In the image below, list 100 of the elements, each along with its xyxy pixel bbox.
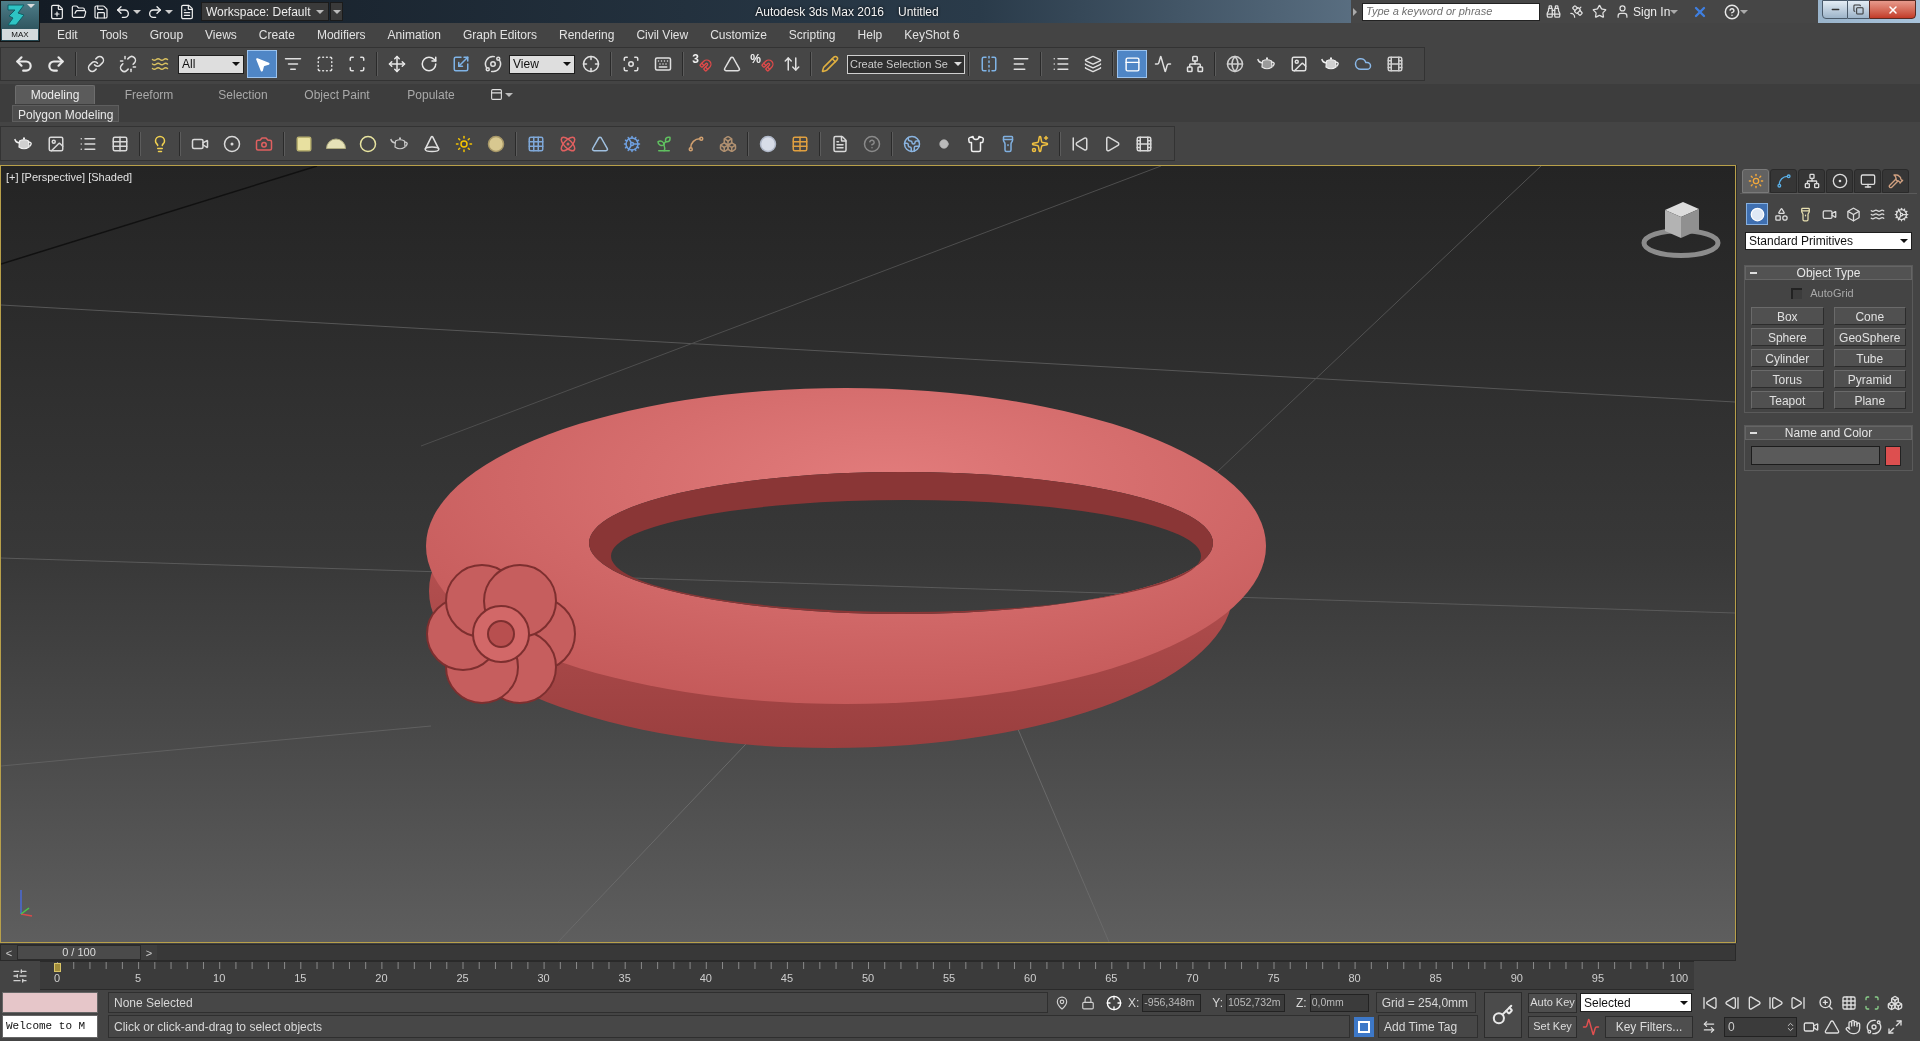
dot-icon[interactable] xyxy=(939,138,949,149)
play-icon[interactable] xyxy=(1746,994,1762,1011)
rotate-icon[interactable] xyxy=(420,55,438,73)
list-filter-icon[interactable] xyxy=(284,55,302,73)
skip-to-start-icon[interactable] xyxy=(1702,994,1718,1011)
table-icon[interactable] xyxy=(111,134,129,153)
menu-item[interactable]: Rendering xyxy=(548,23,626,46)
orbit-icon[interactable] xyxy=(1866,1018,1882,1035)
menu-item[interactable]: Animation xyxy=(376,23,452,46)
frame-marker[interactable] xyxy=(54,963,61,972)
coordinate-field[interactable]: -956,348m xyxy=(1142,993,1202,1012)
menu-item[interactable]: Customize xyxy=(699,23,778,46)
primitive-button[interactable]: Teapot xyxy=(1751,390,1824,409)
rollout-header[interactable]: Name and Color xyxy=(1745,425,1912,440)
key-mode-dropdown[interactable]: Selected xyxy=(1580,993,1692,1012)
up-down-arrows-icon[interactable] xyxy=(783,55,801,73)
color-swatch[interactable] xyxy=(1885,445,1901,466)
menu-item[interactable]: Scripting xyxy=(777,23,847,46)
image-icon[interactable] xyxy=(47,134,65,153)
subcategory-dropdown[interactable]: Standard Primitives xyxy=(1745,232,1912,250)
coordinate-field[interactable]: 1052,732m xyxy=(1226,993,1286,1012)
expand-arrow-icon[interactable] xyxy=(1353,7,1357,16)
script-input-field[interactable] xyxy=(2,992,98,1013)
undo-icon[interactable] xyxy=(14,54,34,74)
frame-field[interactable]: 0 xyxy=(1724,1016,1797,1037)
film-icon[interactable] xyxy=(1386,55,1404,73)
film-icon[interactable] xyxy=(1135,134,1153,153)
menu-item[interactable]: KeyShot 6 xyxy=(893,23,971,46)
atom-icon[interactable] xyxy=(559,134,577,153)
sliders-icon[interactable] xyxy=(12,967,28,984)
broken-link-icon[interactable] xyxy=(119,55,137,73)
skip-back-icon[interactable] xyxy=(1071,134,1089,153)
primitive-button[interactable]: Box xyxy=(1751,306,1824,325)
image-icon[interactable] xyxy=(1290,55,1308,73)
cloud-icon[interactable] xyxy=(1354,55,1372,73)
menu-item[interactable]: Edit xyxy=(46,23,89,46)
sphere-icon[interactable] xyxy=(487,134,505,153)
undo-icon[interactable] xyxy=(115,3,131,20)
document-icon[interactable] xyxy=(179,3,195,20)
pin-icon[interactable] xyxy=(1055,995,1069,1010)
ribbon-tab[interactable]: Modeling xyxy=(15,85,95,104)
menu-item[interactable]: Group xyxy=(138,23,195,46)
crosshair-icon[interactable] xyxy=(582,55,600,73)
track-bar[interactable]: 0 5 10 15 20 25 30 35 40 45 50 55 60 65 70 75 80 85 90 95 100 xyxy=(40,961,1694,990)
skip-to-end-icon[interactable] xyxy=(1790,994,1806,1011)
star-icon[interactable] xyxy=(1592,4,1607,19)
table-icon[interactable] xyxy=(791,134,809,153)
user-icon[interactable] xyxy=(1615,4,1630,19)
boxes-icon[interactable] xyxy=(1887,994,1903,1011)
next-frame-button[interactable]: > xyxy=(141,944,157,960)
triangle-icon[interactable] xyxy=(1824,1018,1840,1035)
target-icon[interactable] xyxy=(223,134,241,153)
shirt-icon[interactable] xyxy=(967,134,985,153)
camera-icon[interactable] xyxy=(255,134,273,153)
coordinate-field[interactable]: 0,0mm xyxy=(1309,993,1369,1012)
boxes-icon[interactable] xyxy=(719,134,737,153)
sparkles-icon[interactable] xyxy=(1031,134,1049,153)
teapot-icon[interactable] xyxy=(1321,57,1341,71)
command-panel-tab[interactable] xyxy=(1770,169,1797,193)
sun-icon[interactable] xyxy=(455,134,473,153)
keyboard-icon[interactable] xyxy=(654,55,672,73)
framed-square-icon[interactable] xyxy=(1354,1016,1374,1037)
sphere-icon[interactable] xyxy=(759,134,777,153)
triangle-icon[interactable] xyxy=(723,55,741,73)
scan-frame-icon[interactable] xyxy=(1864,994,1880,1011)
target-icon[interactable] xyxy=(1831,173,1848,189)
curve-icon[interactable] xyxy=(1775,173,1792,189)
focus-frame-icon[interactable] xyxy=(622,55,640,73)
primitive-button[interactable]: Torus xyxy=(1751,369,1824,388)
set-key-button[interactable]: Set Key xyxy=(1528,1015,1577,1038)
teapot-icon[interactable] xyxy=(14,136,34,151)
select-object-button[interactable] xyxy=(247,50,277,78)
ribbon-tab[interactable]: Populate xyxy=(391,85,471,104)
coordinate-system-dropdown[interactable]: View xyxy=(509,54,575,74)
left-right-arrows-icon[interactable] xyxy=(1702,1019,1716,1034)
viewport-label[interactable]: [Shaded] xyxy=(88,169,133,186)
menu-item[interactable]: Views xyxy=(194,23,248,46)
sign-in-button[interactable]: Sign In xyxy=(1615,2,1671,21)
waves-icon[interactable] xyxy=(151,55,169,73)
auto-key-button[interactable]: Auto Key xyxy=(1528,992,1577,1013)
viewport-label[interactable]: [+] xyxy=(6,169,19,186)
viewport-label[interactable]: [Perspective] xyxy=(21,169,86,186)
triangle-icon[interactable] xyxy=(591,134,609,153)
pencil-icon[interactable] xyxy=(821,55,839,73)
hierarchy-icon[interactable] xyxy=(1803,173,1820,189)
command-panel-tab[interactable] xyxy=(1882,169,1909,193)
time-slider-track[interactable]: < 0 / 100 > xyxy=(0,943,1736,961)
rollout-header[interactable]: Object Type xyxy=(1745,266,1912,280)
teapot-icon[interactable] xyxy=(1257,57,1277,71)
binoculars-icon[interactable] xyxy=(1546,4,1561,19)
close-button[interactable] xyxy=(1869,0,1916,19)
name-field[interactable] xyxy=(1751,446,1880,465)
chain-link-icon[interactable] xyxy=(87,55,105,73)
maximize-icon[interactable] xyxy=(1887,1018,1903,1035)
sun-icon[interactable] xyxy=(1747,173,1764,189)
primitive-button[interactable]: Tube xyxy=(1833,348,1906,367)
snap-toggle[interactable]: 3 xyxy=(687,50,717,78)
redo-icon[interactable] xyxy=(147,3,163,20)
monitor-icon[interactable] xyxy=(1859,173,1876,189)
time-tag-button[interactable]: Add Time Tag xyxy=(1378,1015,1478,1038)
